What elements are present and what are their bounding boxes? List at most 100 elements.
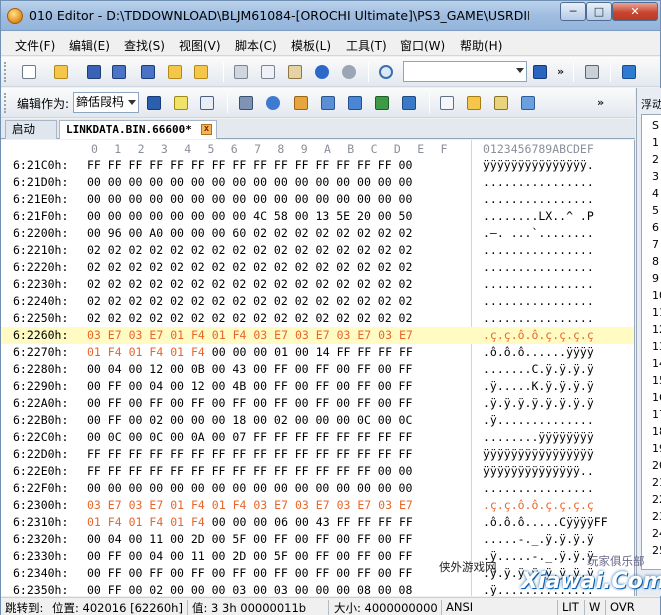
hex-row[interactable]: 6:2290h: 00 FF 00 04 00 12 00 4B 00 FF 00…	[1, 378, 634, 395]
row-ascii[interactable]: ................	[483, 277, 594, 291]
row-ascii[interactable]: ................	[483, 243, 594, 257]
hex-row[interactable]: 6:2220h: 02 02 02 02 02 02 02 02 02 02 02…	[1, 259, 634, 276]
hex-byte[interactable]: 00	[295, 345, 309, 359]
row-hex-bytes[interactable]: 00 FF 00 FF 00 FF 00 FF 00 FF 00 FF 00 F…	[87, 396, 412, 410]
app-icon[interactable]	[7, 8, 23, 24]
tab-linkdata[interactable]: LINKDATA.BIN.66600* x	[59, 120, 217, 139]
row-hex-bytes[interactable]: 00 FF 00 04 00 11 00 2D 00 5F 00 FF 00 F…	[87, 549, 412, 563]
hex-row[interactable]: 6:2200h: 00 96 00 A0 00 00 00 60 02 02 02…	[1, 225, 634, 242]
row-ascii[interactable]: .ç.ç.ô.ô.ç.ç.ç.ç	[483, 498, 594, 512]
maximize-button[interactable]: □	[586, 2, 612, 21]
menu-edit[interactable]: 编辑(E)	[69, 37, 110, 54]
row-hex-bytes[interactable]: 00 96 00 A0 00 00 00 60 02 02 02 02 02 0…	[87, 226, 412, 240]
status-ovr[interactable]: OVR	[610, 600, 635, 614]
tools-icon[interactable]	[318, 93, 338, 113]
row-hex-bytes[interactable]: 02 02 02 02 02 02 02 02 02 02 02 02 02 0…	[87, 311, 412, 325]
hex-byte[interactable]: 01	[170, 345, 184, 359]
row-hex-bytes[interactable]: 00 04 00 11 00 2D 00 5F 00 FF 00 FF 00 F…	[87, 532, 412, 546]
find-icon[interactable]	[376, 62, 396, 82]
histogram-icon[interactable]	[345, 93, 365, 113]
edit-template-icon[interactable]	[491, 93, 511, 113]
template-icon[interactable]	[437, 93, 457, 113]
hex-byte[interactable]: 00	[253, 515, 267, 529]
hex-row[interactable]: 6:22C0h: 00 0C 00 0C 00 0A 00 07 FF FF FF…	[1, 429, 634, 446]
row-ascii[interactable]: .ô.ô.ô.....CÿÿÿÿFF	[483, 515, 608, 529]
row-hex-bytes[interactable]: 02 02 02 02 02 02 02 02 02 02 02 02 02 0…	[87, 294, 412, 308]
hex-byte[interactable]: F4	[149, 345, 163, 359]
row-hex-bytes[interactable]: FF FF FF FF FF FF FF FF FF FF FF FF FF F…	[87, 158, 412, 172]
status-w[interactable]: W	[589, 600, 600, 614]
copy-icon[interactable]	[258, 62, 278, 82]
hex-byte[interactable]: 03	[253, 328, 267, 342]
hex-byte[interactable]: 03	[295, 328, 309, 342]
print-icon[interactable]	[582, 62, 602, 82]
status-jump[interactable]: 跳转到:	[5, 600, 43, 615]
hex-byte[interactable]: FF	[357, 345, 371, 359]
hex-row[interactable]: 6:2300h: 03 E7 03 E7 01 F4 01 F4 03 E7 03…	[1, 497, 634, 514]
row-hex-bytes[interactable]: 00 FF 00 02 00 00 00 03 00 03 00 00 00 0…	[87, 583, 412, 596]
hex-row[interactable]: 6:2250h: 02 02 02 02 02 02 02 02 02 02 02…	[1, 310, 634, 327]
row-hex-bytes[interactable]: 01 F4 01 F4 01 F4 00 00 00 06 00 43 FF F…	[87, 515, 413, 529]
menu-window[interactable]: 窗口(W)	[400, 37, 445, 54]
hex-byte[interactable]: F4	[108, 515, 122, 529]
hex-byte[interactable]: F4	[191, 328, 205, 342]
toolbar-grip[interactable]	[4, 62, 8, 82]
hex-byte[interactable]: 06	[274, 515, 288, 529]
hex-byte[interactable]: 01	[212, 498, 226, 512]
row-hex-bytes[interactable]: 00 FF 00 02 00 00 00 18 00 02 00 00 00 0…	[87, 413, 412, 427]
undo-icon[interactable]	[312, 62, 332, 82]
row-hex-bytes[interactable]: 02 02 02 02 02 02 02 02 02 02 02 02 02 0…	[87, 260, 412, 274]
hex-byte[interactable]: FF	[378, 345, 392, 359]
open-template-icon[interactable]	[464, 93, 484, 113]
hex-byte[interactable]: E7	[357, 498, 371, 512]
hex-byte[interactable]: F4	[191, 498, 205, 512]
row-hex-bytes[interactable]: 02 02 02 02 02 02 02 02 02 02 02 02 02 0…	[87, 243, 412, 257]
row-ascii[interactable]: ÿÿÿÿÿÿÿÿÿÿÿÿÿÿÿ.	[483, 158, 594, 172]
hex-byte[interactable]: 03	[337, 328, 351, 342]
hex-byte[interactable]: FF	[357, 515, 371, 529]
hex-byte[interactable]: 03	[129, 498, 143, 512]
find-replace-icon[interactable]	[530, 62, 550, 82]
row-hex-bytes[interactable]: 00 00 00 00 00 00 00 00 00 00 00 00 00 0…	[87, 481, 412, 495]
hex-row[interactable]: 6:21D0h: 00 00 00 00 00 00 00 00 00 00 00…	[1, 174, 634, 191]
save-icon[interactable]	[84, 62, 104, 82]
row-hex-bytes[interactable]: 00 FF 00 FF 00 FF 00 FF 00 FF 00 FF 00 F…	[87, 566, 412, 580]
menu-view[interactable]: 视图(V)	[179, 37, 221, 54]
row-hex-bytes[interactable]: 00 00 00 00 00 00 00 00 4C 58 00 13 5E 2…	[87, 209, 412, 223]
hex-row[interactable]: 6:22B0h: 00 FF 00 02 00 00 00 18 00 02 00…	[1, 412, 634, 429]
row-hex-bytes[interactable]: 00 00 00 00 00 00 00 00 00 00 00 00 00 0…	[87, 192, 412, 206]
hex-row[interactable]: 6:21F0h: 00 00 00 00 00 00 00 00 4C 58 00…	[1, 208, 634, 225]
row-ascii[interactable]: ................	[483, 294, 594, 308]
hex-row[interactable]: 6:22A0h: 00 FF 00 FF 00 FF 00 FF 00 FF 00…	[1, 395, 634, 412]
hex-byte[interactable]: E7	[316, 498, 330, 512]
row-hex-bytes[interactable]: 01 F4 01 F4 01 F4 00 00 00 01 00 14 FF F…	[87, 345, 413, 359]
bookmark-icon[interactable]	[619, 62, 639, 82]
status-encoding[interactable]: ANSI	[446, 600, 473, 614]
hex-byte[interactable]: 00	[253, 345, 267, 359]
row-ascii[interactable]: .ÿ.ÿ.ÿ.ÿ.ÿ.ÿ.ÿ.ÿ	[483, 396, 594, 410]
hex-byte[interactable]: FF	[399, 515, 413, 529]
hex-byte[interactable]: E7	[108, 328, 122, 342]
save-all-icon[interactable]	[138, 62, 158, 82]
hex-byte[interactable]: 03	[253, 498, 267, 512]
row-ascii[interactable]: .ÿ.....K.ÿ.ÿ.ÿ.ÿ	[483, 379, 594, 393]
hex-byte[interactable]: 01	[170, 328, 184, 342]
row-ascii[interactable]: ................	[483, 192, 594, 206]
hex-row[interactable]: 6:2310h: 01 F4 01 F4 01 F4 00 00 00 06 00…	[1, 514, 634, 531]
chevron-down-icon[interactable]	[128, 100, 136, 105]
hex-byte[interactable]: E7	[316, 328, 330, 342]
row-ascii[interactable]: ÿÿÿÿÿÿÿÿÿÿÿÿÿÿ..	[483, 464, 594, 478]
open-file-icon[interactable]	[51, 62, 71, 82]
toolbar-overflow-button[interactable]: »	[557, 65, 564, 78]
hex-byte[interactable]: 03	[87, 498, 101, 512]
row-ascii[interactable]: .ÿ..............	[483, 413, 594, 427]
binary-icon[interactable]	[197, 93, 217, 113]
hex-row[interactable]: 6:2270h: 01 F4 01 F4 01 F4 00 00 00 01 00…	[1, 344, 634, 361]
hex-byte[interactable]: 03	[378, 328, 392, 342]
hex-byte[interactable]: 00	[212, 345, 226, 359]
hex-byte[interactable]: FF	[337, 345, 351, 359]
hex-byte[interactable]: 00	[212, 515, 226, 529]
hex-byte[interactable]: E7	[357, 328, 371, 342]
row-ascii[interactable]: .–. ...`........	[483, 226, 594, 240]
hex-byte[interactable]: F4	[108, 345, 122, 359]
